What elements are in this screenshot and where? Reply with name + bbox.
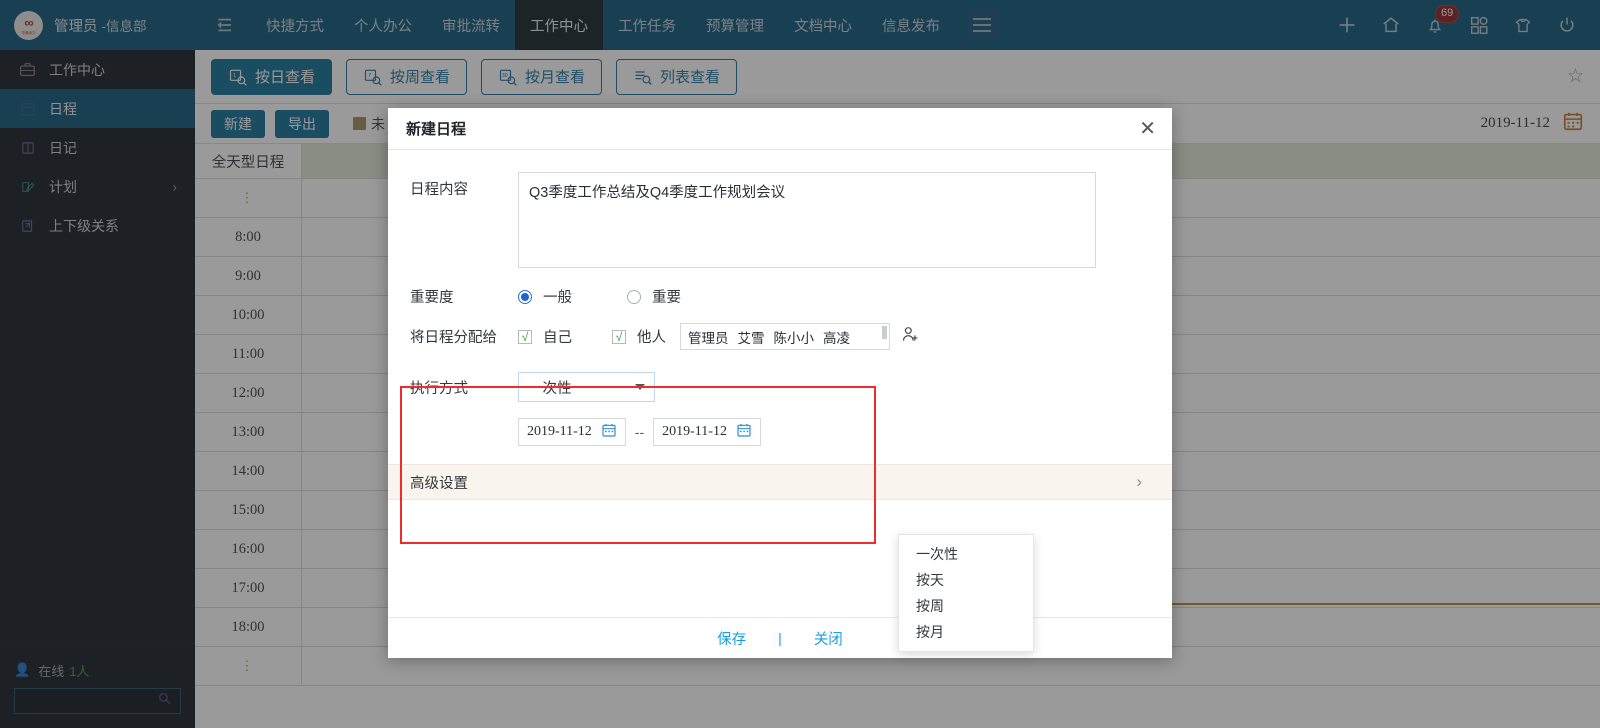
dropdown-option-weekly[interactable]: 按周 <box>899 593 1033 619</box>
dialog-header: 新建日程 ✕ <box>388 108 1172 150</box>
advanced-settings-row[interactable]: 高级设置 › <box>388 464 1172 500</box>
start-date-value: 2019-11-12 <box>527 424 592 439</box>
assignee-list[interactable]: 管理员 艾雪 陈小小 高凌 <box>680 323 890 350</box>
assignee-tag: 高凌 <box>823 330 850 346</box>
checkbox-self[interactable]: √ <box>518 329 532 344</box>
dropdown-option-daily[interactable]: 按天 <box>899 567 1033 593</box>
radio-important[interactable] <box>627 289 641 304</box>
importance-option-important[interactable]: 重要 <box>627 286 681 307</box>
importance-option-normal[interactable]: 一般 <box>518 286 572 307</box>
new-schedule-dialog: 新建日程 ✕ 日程内容 重要度 一般 重要 将日程分 <box>388 108 1172 658</box>
radio-normal[interactable] <box>518 289 532 304</box>
dropdown-option-monthly[interactable]: 按月 <box>899 619 1033 645</box>
exec-mode-select[interactable]: 一次性 <box>518 372 655 402</box>
close-button[interactable]: 关闭 <box>782 628 875 649</box>
end-date-field[interactable]: 2019-11-12 <box>653 418 761 446</box>
dialog-title: 新建日程 <box>406 121 467 138</box>
field-row-content: 日程内容 <box>388 172 1172 268</box>
close-icon[interactable]: ✕ <box>1139 119 1156 139</box>
field-row-dates: 2019-11-12 -- 2019-11-12 <box>388 418 1172 446</box>
app-root: ∞ 华美动力 管理员 -信息部 工作中心 日程 日记 计划 › 上下级关系 👤 … <box>0 0 1600 728</box>
start-date-field[interactable]: 2019-11-12 <box>518 418 626 446</box>
chevron-down-icon <box>635 384 645 390</box>
chevron-right-icon: › <box>1136 472 1142 491</box>
date-picker-icon[interactable] <box>601 422 617 443</box>
dialog-body: 日程内容 重要度 一般 重要 将日程分配给 √ 自己 <box>388 150 1172 652</box>
field-row-assign: 将日程分配给 √ 自己 √ 他人 管理员 艾雪 陈小小 高凌 <box>388 323 1172 350</box>
end-date-value: 2019-11-12 <box>662 424 727 439</box>
advanced-settings-label: 高级设置 <box>410 475 468 492</box>
exec-mode-dropdown: 一次性 按天 按周 按月 <box>898 534 1034 652</box>
assignee-tag: 陈小小 <box>773 330 815 346</box>
exec-label: 执行方式 <box>410 380 468 397</box>
dialog-footer: 保存 | 关闭 <box>388 617 1172 658</box>
assignee-tag: 管理员 <box>688 330 729 346</box>
checkbox-other-label: 他人 <box>637 330 666 346</box>
assign-label: 将日程分配给 <box>410 330 497 346</box>
content-label: 日程内容 <box>410 182 468 198</box>
assign-option-other[interactable]: √ 他人 <box>612 326 666 347</box>
date-picker-icon[interactable] <box>736 422 752 443</box>
add-person-icon[interactable] <box>900 324 921 350</box>
checkbox-self-label: 自己 <box>543 330 572 346</box>
exec-mode-value: 一次性 <box>528 380 572 397</box>
save-button[interactable]: 保存 <box>685 628 778 649</box>
assignee-scrollbar[interactable] <box>882 326 887 339</box>
assign-option-self[interactable]: √ 自己 <box>518 326 572 347</box>
radio-normal-label: 一般 <box>543 290 572 306</box>
assignee-tag: 艾雪 <box>737 330 765 346</box>
date-separator: -- <box>634 424 645 440</box>
dropdown-option-once[interactable]: 一次性 <box>899 541 1033 567</box>
radio-important-label: 重要 <box>652 290 681 306</box>
field-row-importance: 重要度 一般 重要 <box>388 286 1172 307</box>
importance-label: 重要度 <box>410 290 454 306</box>
schedule-content-input[interactable] <box>518 172 1096 268</box>
field-row-exec: 执行方式 一次性 <box>388 372 1172 402</box>
checkbox-other[interactable]: √ <box>612 329 626 344</box>
